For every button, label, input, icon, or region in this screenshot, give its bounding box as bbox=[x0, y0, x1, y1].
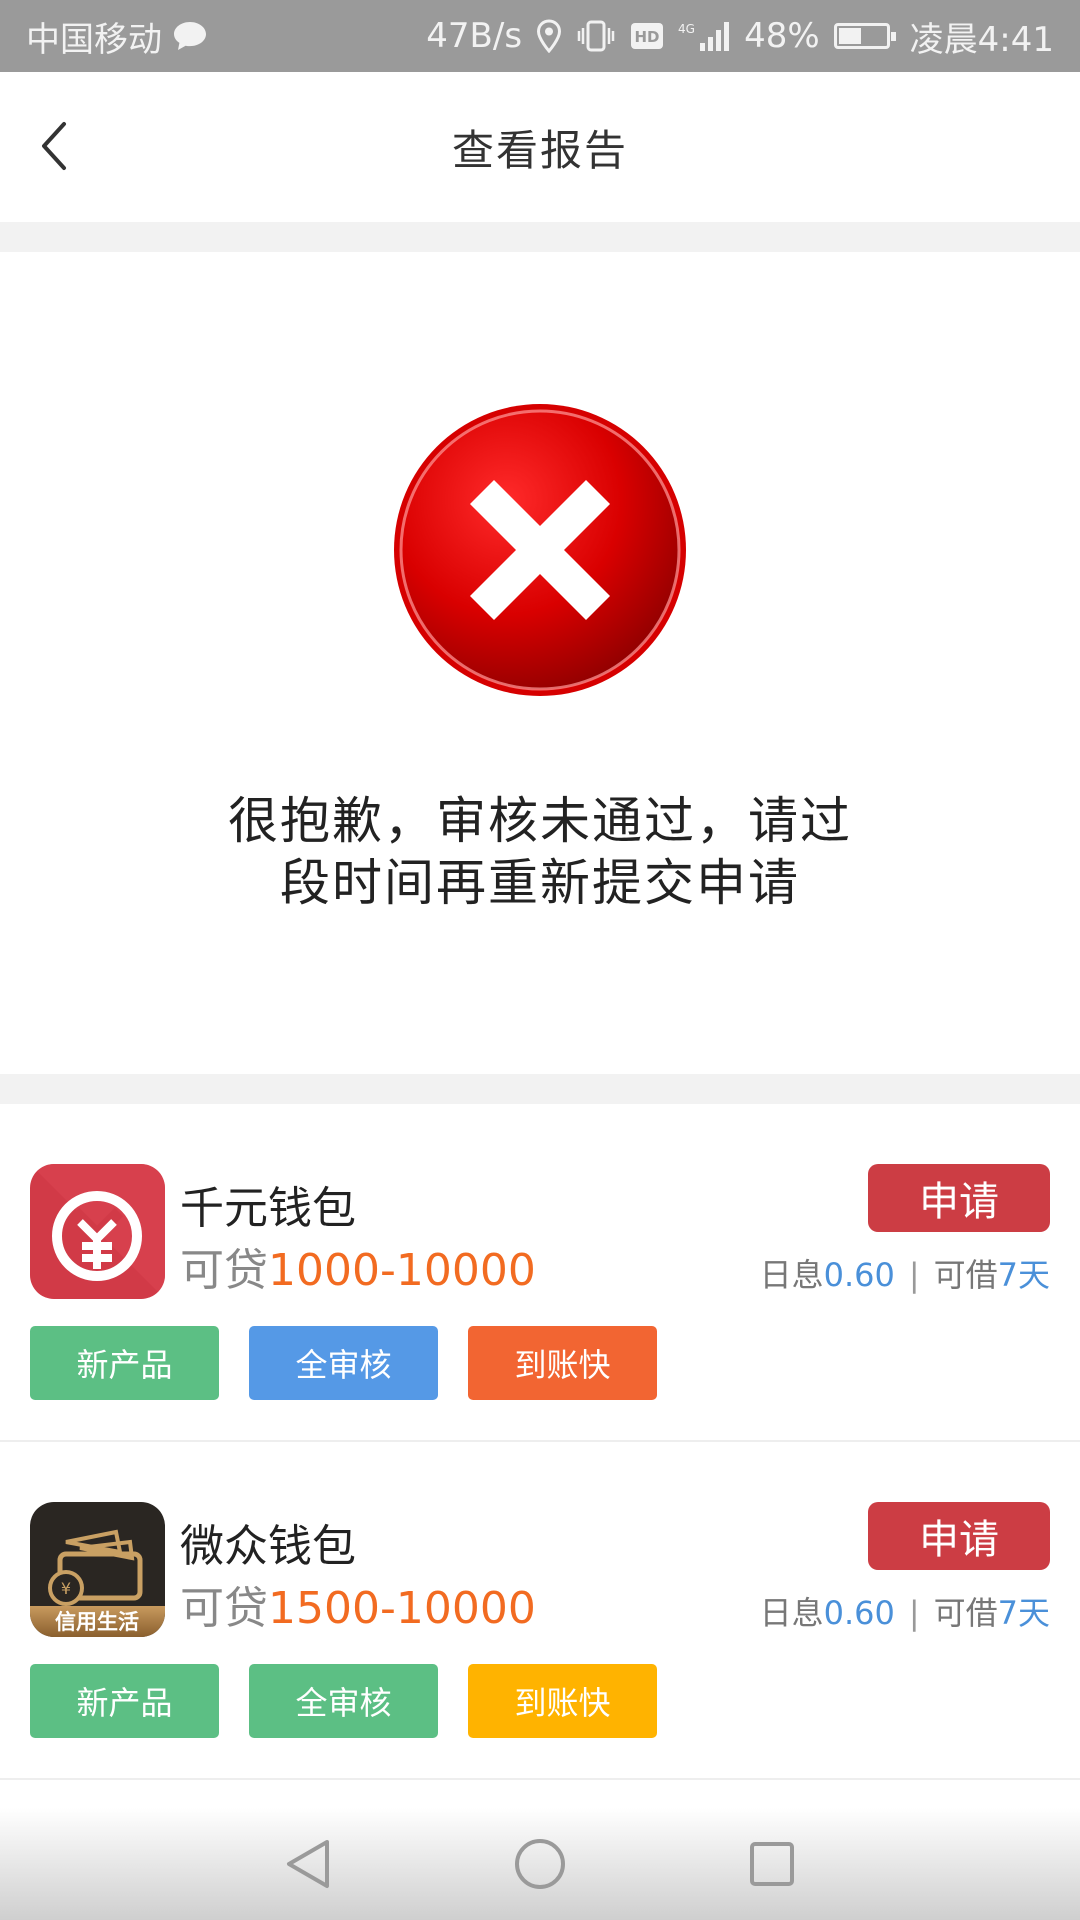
back-triangle-icon[interactable] bbox=[276, 1832, 340, 1896]
tag-full-review: 全审核 bbox=[249, 1664, 438, 1738]
carrier-label: 中国移动 bbox=[26, 19, 162, 60]
divider bbox=[0, 222, 1080, 252]
tag-new-product: 新产品 bbox=[30, 1326, 219, 1400]
product-card[interactable]: ¥ 信用生活 微众钱包 可贷1500-10000 申请 日息0.60 | 可借7天 … bbox=[0, 1442, 1080, 1780]
tag-new-product: 新产品 bbox=[30, 1664, 219, 1738]
svg-text:¥: ¥ bbox=[61, 1579, 71, 1598]
vibrate-icon bbox=[576, 19, 616, 53]
clock: 凌晨4:41 bbox=[909, 19, 1054, 60]
result-panel: 很抱歉，审核未通过，请过 段时间再重新提交申请 bbox=[0, 252, 1080, 1074]
apply-button[interactable]: 申请 bbox=[868, 1502, 1050, 1570]
loan-amount: 可贷1500-10000 bbox=[180, 1583, 536, 1634]
nav-bar: 查看报告 bbox=[0, 72, 1080, 222]
product-name: 千元钱包 bbox=[180, 1183, 356, 1234]
location-icon bbox=[536, 19, 562, 53]
back-button[interactable] bbox=[22, 114, 86, 178]
svg-text:4G: 4G bbox=[678, 22, 695, 36]
status-bar: 中国移动 47B/s HD 4G 48% 凌晨4:41 bbox=[0, 0, 1080, 72]
failure-message: 很抱歉，审核未通过，请过 段时间再重新提交申请 bbox=[190, 790, 890, 914]
rate-info: 日息0.60 | 可借7天 bbox=[759, 1594, 1050, 1632]
error-x-icon bbox=[394, 404, 686, 696]
hd-icon: HD bbox=[630, 21, 664, 51]
apply-button[interactable]: 申请 bbox=[868, 1164, 1050, 1232]
tag-full-review: 全审核 bbox=[249, 1326, 438, 1400]
tag-list: 新产品 全审核 到账快 bbox=[30, 1326, 657, 1400]
tag-list: 新产品 全审核 到账快 bbox=[30, 1664, 657, 1738]
battery-icon bbox=[833, 23, 896, 49]
system-nav-bar bbox=[0, 1808, 1080, 1920]
net-speed: 47B/s bbox=[426, 16, 523, 56]
svg-text:信用生活: 信用生活 bbox=[55, 1610, 139, 1634]
tag-fast-payout: 到账快 bbox=[468, 1326, 657, 1400]
loan-amount: 可贷1000-10000 bbox=[180, 1245, 536, 1296]
message-icon bbox=[172, 20, 208, 52]
svg-text:HD: HD bbox=[635, 28, 660, 46]
qianyuan-wallet-logo bbox=[30, 1164, 165, 1299]
home-circle-icon[interactable] bbox=[508, 1832, 572, 1896]
weizhong-wallet-logo: ¥ 信用生活 bbox=[30, 1502, 165, 1637]
failure-message-line1: 很抱歉，审核未通过，请过 bbox=[228, 792, 852, 850]
failure-message-line2: 段时间再重新提交申请 bbox=[280, 854, 800, 912]
signal-icon: 4G bbox=[678, 19, 730, 53]
product-card[interactable]: 千元钱包 可贷1000-10000 申请 日息0.60 | 可借7天 新产品 全审核… bbox=[0, 1104, 1080, 1442]
page-title: 查看报告 bbox=[451, 125, 628, 175]
recents-square-icon[interactable] bbox=[740, 1832, 804, 1896]
tag-fast-payout: 到账快 bbox=[468, 1664, 657, 1738]
rate-info: 日息0.60 | 可借7天 bbox=[759, 1256, 1050, 1294]
chevron-left-icon bbox=[42, 122, 66, 170]
divider bbox=[0, 1074, 1080, 1104]
battery-percent: 48% bbox=[744, 16, 820, 56]
product-name: 微众钱包 bbox=[180, 1521, 356, 1572]
